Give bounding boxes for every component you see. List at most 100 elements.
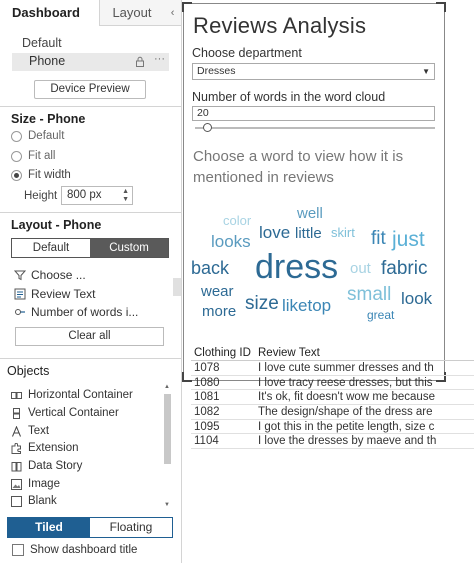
object-horizontal-container[interactable]: Horizontal Container (11, 387, 133, 403)
data-story-icon (11, 461, 22, 471)
dashboard-title: Reviews Analysis (193, 13, 367, 38)
tab-layout[interactable]: Layout (100, 0, 165, 26)
height-label: Height (24, 190, 58, 202)
dashboard-canvas: Reviews Analysis Choose department Dress… (182, 0, 474, 563)
extension-icon (11, 442, 21, 454)
object-data-story[interactable]: Data Story (11, 458, 82, 474)
layout-scrollbar[interactable] (173, 278, 181, 296)
show-title-checkbox-row[interactable]: Show dashboard title (12, 544, 137, 556)
height-input[interactable]: 800 px ▲ ▼ (61, 186, 133, 205)
lock-icon[interactable] (135, 56, 145, 67)
divider (0, 106, 182, 107)
scroll-down-icon[interactable]: ▼ (164, 502, 170, 508)
dropdown-arrow-icon[interactable]: ▼ (422, 64, 430, 79)
cell-clothing-id: 1078 (194, 362, 220, 374)
word-cloud-prompt: Choose a word to view how it is mentione… (193, 148, 404, 186)
table-header: Clothing ID Review Text (191, 346, 474, 361)
department-label: Choose department (192, 46, 302, 60)
cloud-word[interactable]: liketop (282, 297, 331, 314)
resize-handle[interactable] (182, 2, 192, 12)
table-row[interactable]: 1081 It's ok, fit doesn't wow me because (191, 390, 474, 406)
cloud-word[interactable]: looks (211, 233, 251, 250)
table-row[interactable]: 1082 The design/shape of the dress are (191, 405, 474, 420)
dashboard-pane: Dashboard Layout ‹ Default Phone ··· Dev… (0, 0, 182, 563)
radio-selected-icon (11, 169, 22, 181)
table-row[interactable]: 1078 I love cute summer dresses and th (191, 361, 474, 376)
layout-item-choose[interactable]: Choose ... (14, 267, 86, 283)
object-vertical-container[interactable]: Vertical Container (11, 405, 119, 421)
checkbox-icon[interactable] (12, 544, 24, 556)
table-row[interactable]: 1095 I got this in the petite length, siz… (191, 420, 474, 435)
spinner-icon[interactable]: ▲ ▼ (122, 188, 129, 204)
header-review-text[interactable]: Review Text (258, 346, 474, 360)
cloud-word[interactable]: back (191, 259, 229, 277)
cloud-word[interactable]: look (401, 290, 432, 307)
object-extension[interactable]: Extension (11, 440, 79, 456)
scroll-thumb[interactable] (164, 394, 171, 464)
cloud-word[interactable]: little (295, 226, 322, 241)
blank-icon (11, 495, 22, 507)
word-count-slider-thumb[interactable] (203, 123, 212, 132)
layout-mode-default[interactable]: Default (12, 239, 90, 257)
cloud-word[interactable]: out (350, 261, 371, 276)
layout-item-review-text[interactable]: Review Text (14, 286, 95, 302)
image-icon (11, 478, 22, 490)
cell-review-text: The design/shape of the dress are (258, 406, 433, 419)
cloud-word[interactable]: more (202, 304, 236, 319)
cell-clothing-id: 1095 (194, 420, 220, 433)
layout-item-number-of-words[interactable]: Number of words i... (14, 304, 138, 320)
cloud-word[interactable]: just (392, 229, 425, 250)
table-row[interactable]: 1080 I love tracy reese dresses, but this (191, 376, 474, 391)
cloud-word[interactable]: well (297, 206, 323, 221)
object-image[interactable]: Image (11, 476, 60, 492)
cloud-word[interactable]: dress (255, 250, 338, 284)
word-count-slider[interactable] (195, 127, 435, 129)
cell-clothing-id: 1081 (194, 391, 220, 404)
objects-scrollbar[interactable]: ▲ ▼ (163, 384, 172, 512)
cloud-word[interactable]: small (347, 285, 391, 304)
horizontal-container-icon (11, 391, 22, 399)
cloud-word[interactable]: fit (371, 229, 386, 248)
size-option-fit-width[interactable]: Fit width (11, 167, 71, 183)
header-clothing-id[interactable]: Clothing ID (191, 346, 258, 360)
object-blank[interactable]: Blank (11, 493, 57, 509)
cloud-word[interactable]: fabric (381, 259, 427, 278)
device-preview-button[interactable]: Device Preview (34, 80, 146, 99)
device-phone[interactable]: Phone ··· (12, 53, 169, 71)
tiled-button[interactable]: Tiled (8, 518, 90, 537)
cloud-word[interactable]: great (367, 309, 394, 321)
tab-dashboard[interactable]: Dashboard (0, 0, 101, 26)
cloud-word[interactable]: love (259, 224, 290, 241)
layout-section-title: Layout - Phone (11, 218, 102, 232)
scroll-up-icon[interactable]: ▲ (164, 384, 170, 390)
department-select[interactable]: Dresses ▼ (192, 63, 435, 80)
divider (0, 212, 182, 213)
cell-review-text: I love tracy reese dresses, but this (258, 376, 433, 389)
size-option-fit-all[interactable]: Fit all (11, 148, 55, 164)
word-cloud: well color looks love little skirt fit j… (183, 200, 445, 330)
parameter-icon (15, 309, 25, 315)
size-section-title: Size - Phone (11, 112, 86, 126)
divider (0, 358, 182, 359)
word-count-input[interactable]: 20 (192, 106, 435, 121)
more-options-icon[interactable]: ··· (154, 53, 165, 65)
object-text[interactable]: Text (11, 423, 49, 439)
cloud-word[interactable]: size (245, 294, 279, 313)
collapse-pane-icon[interactable]: ‹ (164, 0, 181, 25)
cell-review-text: It's ok, fit doesn't wow me because (258, 391, 435, 404)
clear-all-button[interactable]: Clear all (15, 327, 164, 346)
cloud-word[interactable]: color (223, 214, 251, 227)
cloud-word[interactable]: wear (201, 284, 234, 299)
radio-icon (11, 130, 22, 142)
cloud-word[interactable]: skirt (331, 226, 355, 239)
device-default[interactable]: Default (22, 36, 62, 50)
sheet-icon (14, 288, 26, 300)
layout-mode-custom[interactable]: Custom (90, 239, 168, 257)
table-body: 1078 I love cute summer dresses and th 108… (191, 361, 474, 450)
floating-button[interactable]: Floating (90, 518, 172, 537)
layout-mode-toggle: Default Custom (11, 238, 169, 258)
table-row[interactable]: 1104 I love the dresses by maeve and th (191, 434, 474, 450)
vertical-container-icon (13, 407, 20, 419)
size-option-default[interactable]: Default (11, 128, 64, 144)
resize-handle[interactable] (436, 2, 446, 12)
